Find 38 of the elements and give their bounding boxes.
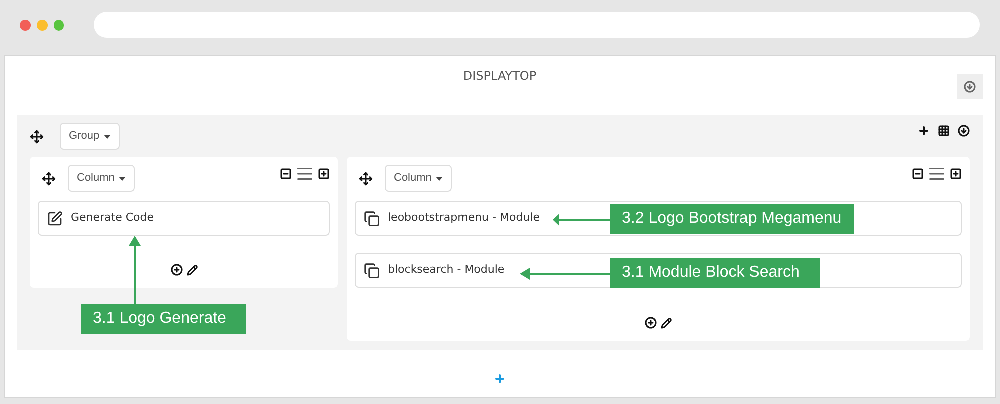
- move-icon[interactable]: [30, 130, 44, 144]
- plus-icon[interactable]: [950, 168, 962, 180]
- grid-icon[interactable]: [938, 124, 950, 136]
- module-label: leobootstrapmenu - Module: [388, 210, 540, 226]
- add-icon[interactable]: [918, 124, 930, 136]
- callout-label: 3.2 Logo Bootstrap Megamenu: [610, 204, 854, 234]
- edit-icon: [47, 210, 63, 226]
- pencil-icon[interactable]: [186, 265, 198, 276]
- list-icon[interactable]: [296, 165, 314, 183]
- copy-icon: [364, 210, 380, 226]
- move-icon[interactable]: [42, 172, 56, 186]
- download-icon: [964, 80, 976, 92]
- callout-label: 3.1 Module Block Search: [610, 258, 820, 288]
- add-group-icon[interactable]: [494, 373, 506, 385]
- module-label: blocksearch - Module: [388, 262, 505, 278]
- add-icon[interactable]: [645, 317, 657, 329]
- caret-icon: [118, 176, 126, 180]
- arrow: [553, 214, 610, 226]
- copy-icon: [364, 262, 380, 278]
- module-row[interactable]: Generate Code: [38, 201, 330, 236]
- callout-label: 3.1 Logo Generate: [81, 304, 246, 334]
- section-title: DISPLAYTOP: [463, 68, 537, 84]
- dropdown-button[interactable]: Group: [60, 123, 120, 150]
- download-icon[interactable]: [958, 124, 970, 136]
- download-button[interactable]: [957, 74, 983, 99]
- dropdown-button[interactable]: Column: [68, 165, 135, 192]
- caret-icon: [436, 176, 443, 180]
- caret-icon: [104, 134, 111, 138]
- dropdown-button[interactable]: Column: [385, 165, 452, 192]
- move-icon[interactable]: [359, 172, 373, 186]
- minus-icon[interactable]: [280, 168, 292, 180]
- minus-icon[interactable]: [912, 168, 924, 180]
- plus-icon[interactable]: [318, 168, 330, 180]
- add-icon[interactable]: [170, 264, 182, 276]
- arrow: [129, 236, 141, 304]
- list-icon[interactable]: [928, 165, 946, 183]
- pencil-icon[interactable]: [661, 318, 672, 329]
- module-label: Generate Code: [71, 210, 154, 226]
